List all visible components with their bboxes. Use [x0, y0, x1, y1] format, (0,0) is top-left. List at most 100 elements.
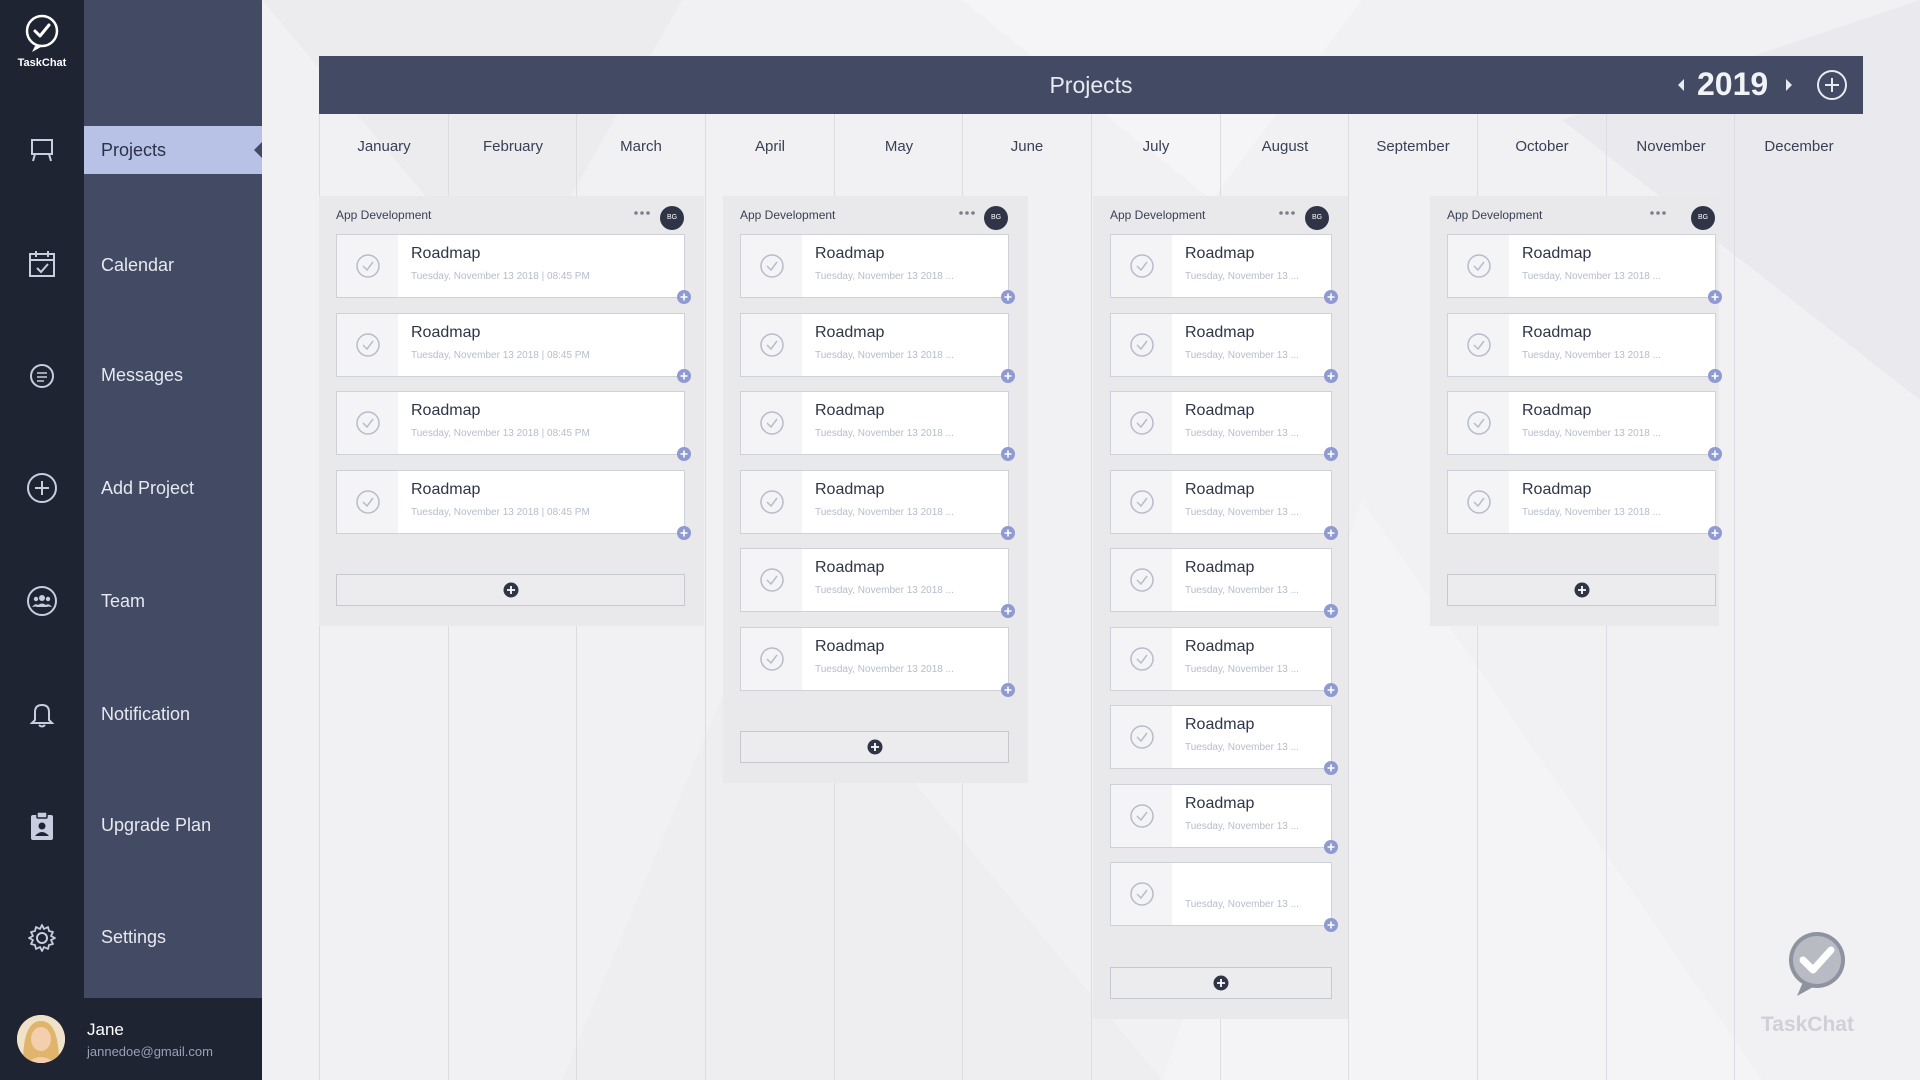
- task-card[interactable]: Roadmap Tuesday, November 13 2018 ...: [740, 391, 1015, 461]
- add-project-button[interactable]: [1815, 68, 1849, 102]
- more-options-icon[interactable]: [1278, 210, 1296, 216]
- bell-icon[interactable]: [22, 694, 62, 734]
- add-subtask-icon[interactable]: [676, 368, 692, 384]
- more-options-icon[interactable]: [1649, 210, 1667, 216]
- task-check[interactable]: [741, 235, 802, 297]
- add-subtask-icon[interactable]: [1323, 603, 1339, 619]
- task-check[interactable]: [741, 549, 802, 611]
- task-card[interactable]: Roadmap Tuesday, November 13 2018 ...: [1447, 234, 1722, 304]
- task-check[interactable]: [337, 235, 398, 297]
- task-check[interactable]: [1448, 314, 1509, 376]
- task-check[interactable]: [1111, 471, 1172, 533]
- task-check[interactable]: [1111, 628, 1172, 690]
- task-card[interactable]: Roadmap Tuesday, November 13 2018 ...: [740, 234, 1015, 304]
- add-task-button[interactable]: [336, 574, 685, 606]
- task-check[interactable]: [1111, 235, 1172, 297]
- task-card[interactable]: Roadmap Tuesday, November 13 2018 ...: [740, 627, 1015, 697]
- task-check[interactable]: [1111, 785, 1172, 847]
- add-task-button[interactable]: [740, 731, 1009, 763]
- assignee-badge[interactable]: BG: [984, 206, 1008, 230]
- task-card[interactable]: Roadmap Tuesday, November 13 ...: [1110, 548, 1338, 618]
- user-profile[interactable]: Jane jannedoe@gmail.com: [0, 998, 262, 1080]
- add-subtask-icon[interactable]: [1707, 446, 1723, 462]
- task-card[interactable]: Roadmap Tuesday, November 13 2018 ...: [740, 313, 1015, 383]
- task-check[interactable]: [337, 314, 398, 376]
- calendar-icon[interactable]: [22, 244, 62, 284]
- assignee-badge[interactable]: BG: [1691, 206, 1715, 230]
- task-card[interactable]: Roadmap Tuesday, November 13 ...: [1110, 784, 1338, 854]
- task-card[interactable]: Roadmap Tuesday, November 13 ...: [1110, 313, 1338, 383]
- add-subtask-icon[interactable]: [1000, 446, 1016, 462]
- add-subtask-icon[interactable]: [1323, 446, 1339, 462]
- projects-icon[interactable]: [22, 130, 62, 170]
- task-card[interactable]: Roadmap Tuesday, November 13 ...: [1110, 705, 1338, 775]
- task-check[interactable]: [337, 471, 398, 533]
- task-card[interactable]: Roadmap Tuesday, November 13 2018 | 08:45…: [336, 234, 691, 304]
- assignee-badge[interactable]: BG: [1305, 206, 1329, 230]
- brand-logo[interactable]: TaskChat: [0, 14, 84, 69]
- add-subtask-icon[interactable]: [1707, 525, 1723, 541]
- nav-item-settings[interactable]: Settings: [84, 913, 262, 961]
- task-check[interactable]: [1111, 392, 1172, 454]
- task-card[interactable]: Roadmap Tuesday, November 13 ...: [1110, 627, 1338, 697]
- nav-item-upgrade-plan[interactable]: Upgrade Plan: [84, 801, 262, 849]
- task-card[interactable]: Roadmap Tuesday, November 13 2018 ...: [740, 470, 1015, 540]
- nav-item-team[interactable]: Team: [84, 577, 262, 625]
- assignee-badge[interactable]: BG: [660, 206, 684, 230]
- task-check[interactable]: [1448, 392, 1509, 454]
- add-subtask-icon[interactable]: [1323, 760, 1339, 776]
- nav-item-add-project[interactable]: Add Project: [84, 464, 262, 512]
- task-check[interactable]: [741, 471, 802, 533]
- task-card[interactable]: Roadmap Tuesday, November 13 2018 | 08:45…: [336, 391, 691, 461]
- add-subtask-icon[interactable]: [1323, 289, 1339, 305]
- task-card[interactable]: Roadmap Tuesday, November 13 2018 | 08:45…: [336, 470, 691, 540]
- nav-item-notification[interactable]: Notification: [84, 690, 262, 738]
- add-circle-icon[interactable]: [22, 468, 62, 508]
- task-card[interactable]: Roadmap Tuesday, November 13 2018 ...: [740, 548, 1015, 618]
- more-options-icon[interactable]: [958, 210, 976, 216]
- next-year-icon[interactable]: [1784, 78, 1794, 92]
- add-task-button[interactable]: [1447, 574, 1716, 606]
- nav-item-calendar[interactable]: Calendar: [84, 241, 262, 289]
- add-subtask-icon[interactable]: [676, 289, 692, 305]
- add-subtask-icon[interactable]: [1323, 917, 1339, 933]
- add-subtask-icon[interactable]: [1323, 368, 1339, 384]
- task-check[interactable]: [1448, 471, 1509, 533]
- add-subtask-icon[interactable]: [1000, 368, 1016, 384]
- gear-icon[interactable]: [22, 918, 62, 958]
- task-check[interactable]: [337, 392, 398, 454]
- task-check[interactable]: [1111, 863, 1172, 925]
- task-check[interactable]: [741, 628, 802, 690]
- messages-icon[interactable]: [22, 356, 62, 396]
- nav-item-messages[interactable]: Messages: [84, 351, 262, 399]
- add-subtask-icon[interactable]: [1707, 289, 1723, 305]
- task-check[interactable]: [1111, 706, 1172, 768]
- add-subtask-icon[interactable]: [676, 446, 692, 462]
- task-card[interactable]: Roadmap Tuesday, November 13 ...: [1110, 391, 1338, 461]
- task-card[interactable]: Roadmap Tuesday, November 13 2018 ...: [1447, 313, 1722, 383]
- add-subtask-icon[interactable]: [1000, 603, 1016, 619]
- task-check[interactable]: [1111, 314, 1172, 376]
- more-options-icon[interactable]: [633, 210, 651, 216]
- add-subtask-icon[interactable]: [1000, 525, 1016, 541]
- task-check[interactable]: [1111, 549, 1172, 611]
- add-subtask-icon[interactable]: [1323, 525, 1339, 541]
- add-subtask-icon[interactable]: [1323, 839, 1339, 855]
- nav-item-projects[interactable]: Projects: [84, 126, 262, 174]
- add-subtask-icon[interactable]: [1000, 289, 1016, 305]
- add-subtask-icon[interactable]: [676, 525, 692, 541]
- task-card[interactable]: Roadmap Tuesday, November 13 ...: [1110, 234, 1338, 304]
- task-check[interactable]: [741, 314, 802, 376]
- add-subtask-icon[interactable]: [1323, 682, 1339, 698]
- task-card[interactable]: Roadmap Tuesday, November 13 ...: [1110, 470, 1338, 540]
- add-subtask-icon[interactable]: [1000, 682, 1016, 698]
- add-task-button[interactable]: [1110, 967, 1332, 999]
- task-card[interactable]: Roadmap Tuesday, November 13 2018 ...: [1447, 470, 1722, 540]
- task-card[interactable]: Roadmap Tuesday, November 13 2018 | 08:45…: [336, 313, 691, 383]
- task-check[interactable]: [1448, 235, 1509, 297]
- task-card[interactable]: Tuesday, November 13 ...: [1110, 862, 1338, 932]
- previous-year-icon[interactable]: [1676, 78, 1686, 92]
- task-check[interactable]: [741, 392, 802, 454]
- clipboard-user-icon[interactable]: [22, 806, 62, 846]
- task-card[interactable]: Roadmap Tuesday, November 13 2018 ...: [1447, 391, 1722, 461]
